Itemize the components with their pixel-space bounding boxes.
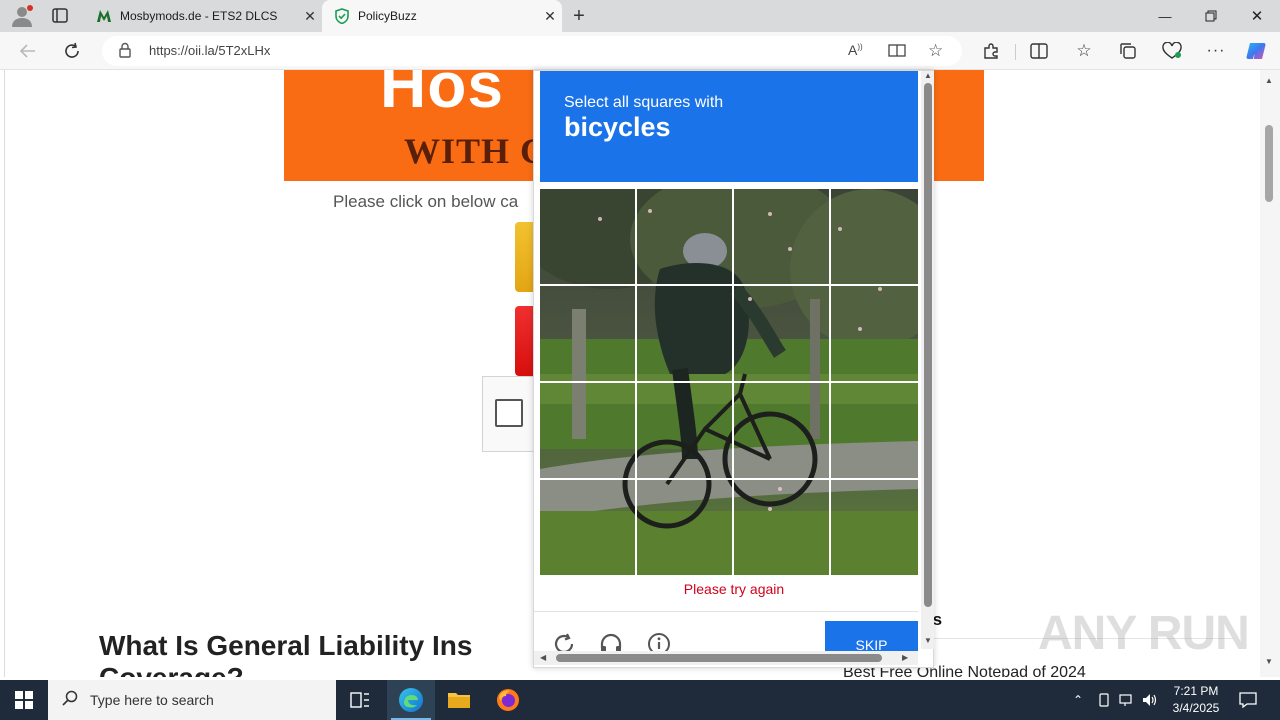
captcha-target-object: bicycles <box>564 112 671 142</box>
captcha-tile[interactable] <box>734 189 829 284</box>
captcha-tile[interactable] <box>540 383 635 478</box>
captcha-image-grid <box>540 189 918 575</box>
captcha-tile[interactable] <box>831 383 918 478</box>
task-view-icon[interactable] <box>336 680 384 720</box>
windows-taskbar: Type here to search ⌃ 7:21 PM 3/4/2025 <box>0 680 1280 720</box>
collections-icon[interactable] <box>1116 39 1140 63</box>
url-text[interactable]: https://oii.la/5T2xLHx <box>149 43 270 58</box>
edge-icon[interactable] <box>387 680 435 720</box>
close-icon[interactable]: ✕ <box>538 8 562 25</box>
address-bar[interactable]: https://oii.la/5T2xLHx A)) ☆ <box>102 36 962 66</box>
extensions-icon[interactable] <box>979 39 1003 63</box>
file-explorer-icon[interactable] <box>435 680 483 720</box>
anyrun-watermark: ANY RUN <box>1038 607 1250 660</box>
captcha-tile[interactable] <box>637 383 732 478</box>
captcha-tile[interactable] <box>831 480 918 575</box>
browser-tab-strip: Mosbymods.de - ETS2 DLCS ✕ PolicyBuzz ✕ … <box>0 0 1280 32</box>
captcha-tile[interactable] <box>637 286 732 381</box>
lock-icon[interactable] <box>118 42 132 64</box>
captcha-tile[interactable] <box>540 189 635 284</box>
captcha-prompt: Select all squares with <box>564 94 724 111</box>
captcha-tile[interactable] <box>831 189 918 284</box>
favorite-star-icon[interactable]: ☆ <box>928 41 943 61</box>
browser-toolbar: https://oii.la/5T2xLHx A)) ☆ ☆ ··· <box>0 32 1280 70</box>
search-icon <box>62 690 78 711</box>
captcha-tile[interactable] <box>637 189 732 284</box>
minimize-button[interactable]: — <box>1142 0 1188 32</box>
captcha-challenge: Select all squares with bicycles Please … <box>533 70 934 668</box>
scroll-up-arrow-icon[interactable]: ▲ <box>924 71 932 80</box>
windows-start-icon[interactable] <box>0 680 48 720</box>
banner-title: Hos <box>380 70 504 121</box>
browser-essentials-icon[interactable] <box>1160 39 1184 63</box>
captcha-horizontal-scrollbar[interactable]: ◀ ▶ <box>534 651 918 665</box>
captcha-tile[interactable] <box>540 480 635 575</box>
captcha-tile[interactable] <box>637 480 732 575</box>
plus-icon[interactable]: + <box>568 5 590 27</box>
restore-button[interactable] <box>1188 0 1234 32</box>
profile-icon[interactable] <box>10 5 34 27</box>
clock-time: 7:21 PM <box>1173 684 1219 698</box>
captcha-tile[interactable] <box>831 286 918 381</box>
split-screen-icon[interactable] <box>1027 39 1051 63</box>
page-scrollbar-thumb[interactable] <box>1265 125 1273 202</box>
article-title[interactable]: What Is General Liability Ins <box>99 630 472 662</box>
tab-title: PolicyBuzz <box>358 9 417 23</box>
scroll-up-arrow-icon[interactable]: ▲ <box>1265 76 1273 85</box>
tab-policybuzz[interactable]: PolicyBuzz ✕ <box>322 0 562 32</box>
toolbar-divider <box>1015 44 1016 60</box>
page-scrollbar[interactable]: ▲ ▼ <box>1260 70 1280 677</box>
taskbar-search-box[interactable]: Type here to search <box>48 680 336 720</box>
network-icon[interactable] <box>1119 692 1135 708</box>
chevron-up-icon[interactable]: ⌃ <box>1070 692 1086 708</box>
copilot-icon[interactable] <box>1244 39 1268 63</box>
captcha-tile[interactable] <box>734 480 829 575</box>
captcha-vertical-scrollbar[interactable]: ▲ ▼ <box>921 71 934 649</box>
mosbymods-favicon-icon <box>96 8 112 24</box>
banner-subtitle: WITH C <box>404 131 548 171</box>
scroll-down-arrow-icon[interactable]: ▼ <box>924 636 932 645</box>
firefox-icon[interactable] <box>484 680 532 720</box>
captcha-header: Select all squares with bicycles <box>540 71 918 182</box>
captcha-tile[interactable] <box>734 383 829 478</box>
scroll-down-arrow-icon[interactable]: ▼ <box>1265 657 1273 666</box>
favorites-icon[interactable]: ☆ <box>1072 39 1096 63</box>
tab-mosbymods[interactable]: Mosbymods.de - ETS2 DLCS ✕ <box>84 0 322 32</box>
back-arrow-icon[interactable] <box>16 39 40 63</box>
immersive-reader-icon[interactable] <box>888 42 906 64</box>
captcha-tile[interactable] <box>540 286 635 381</box>
notification-icon[interactable] <box>1238 691 1258 709</box>
captcha-tile[interactable] <box>734 286 829 381</box>
read-aloud-icon[interactable]: A)) <box>848 42 863 58</box>
close-icon[interactable]: ✕ <box>298 8 322 25</box>
captcha-checkbox[interactable] <box>495 399 523 427</box>
volume-icon[interactable] <box>1142 692 1158 708</box>
device-icon[interactable] <box>1096 692 1112 708</box>
scroll-right-arrow-icon[interactable]: ▶ <box>902 653 908 662</box>
captcha-hscroll-thumb[interactable] <box>556 654 882 662</box>
captcha-footer-divider <box>534 611 918 612</box>
taskbar-clock[interactable]: 7:21 PM 3/4/2025 <box>1166 683 1226 717</box>
captcha-error-message: Please try again <box>683 581 785 597</box>
tab-title: Mosbymods.de - ETS2 DLCS <box>120 9 278 23</box>
scroll-left-arrow-icon[interactable]: ◀ <box>540 653 546 662</box>
shield-icon <box>334 8 350 25</box>
search-placeholder: Type here to search <box>90 692 214 708</box>
window-close-button[interactable]: ✕ <box>1234 0 1280 32</box>
more-menu-icon[interactable]: ··· <box>1204 39 1228 63</box>
tab-actions-icon[interactable] <box>50 7 70 25</box>
article-title-continued[interactable]: Coverage? <box>99 662 244 677</box>
refresh-icon[interactable] <box>60 39 84 63</box>
click-instruction: Please click on below ca <box>333 192 519 211</box>
clock-date: 3/4/2025 <box>1172 701 1220 715</box>
skip-button[interactable]: SKIP <box>825 621 918 655</box>
captcha-scrollbar-thumb[interactable] <box>924 83 932 607</box>
